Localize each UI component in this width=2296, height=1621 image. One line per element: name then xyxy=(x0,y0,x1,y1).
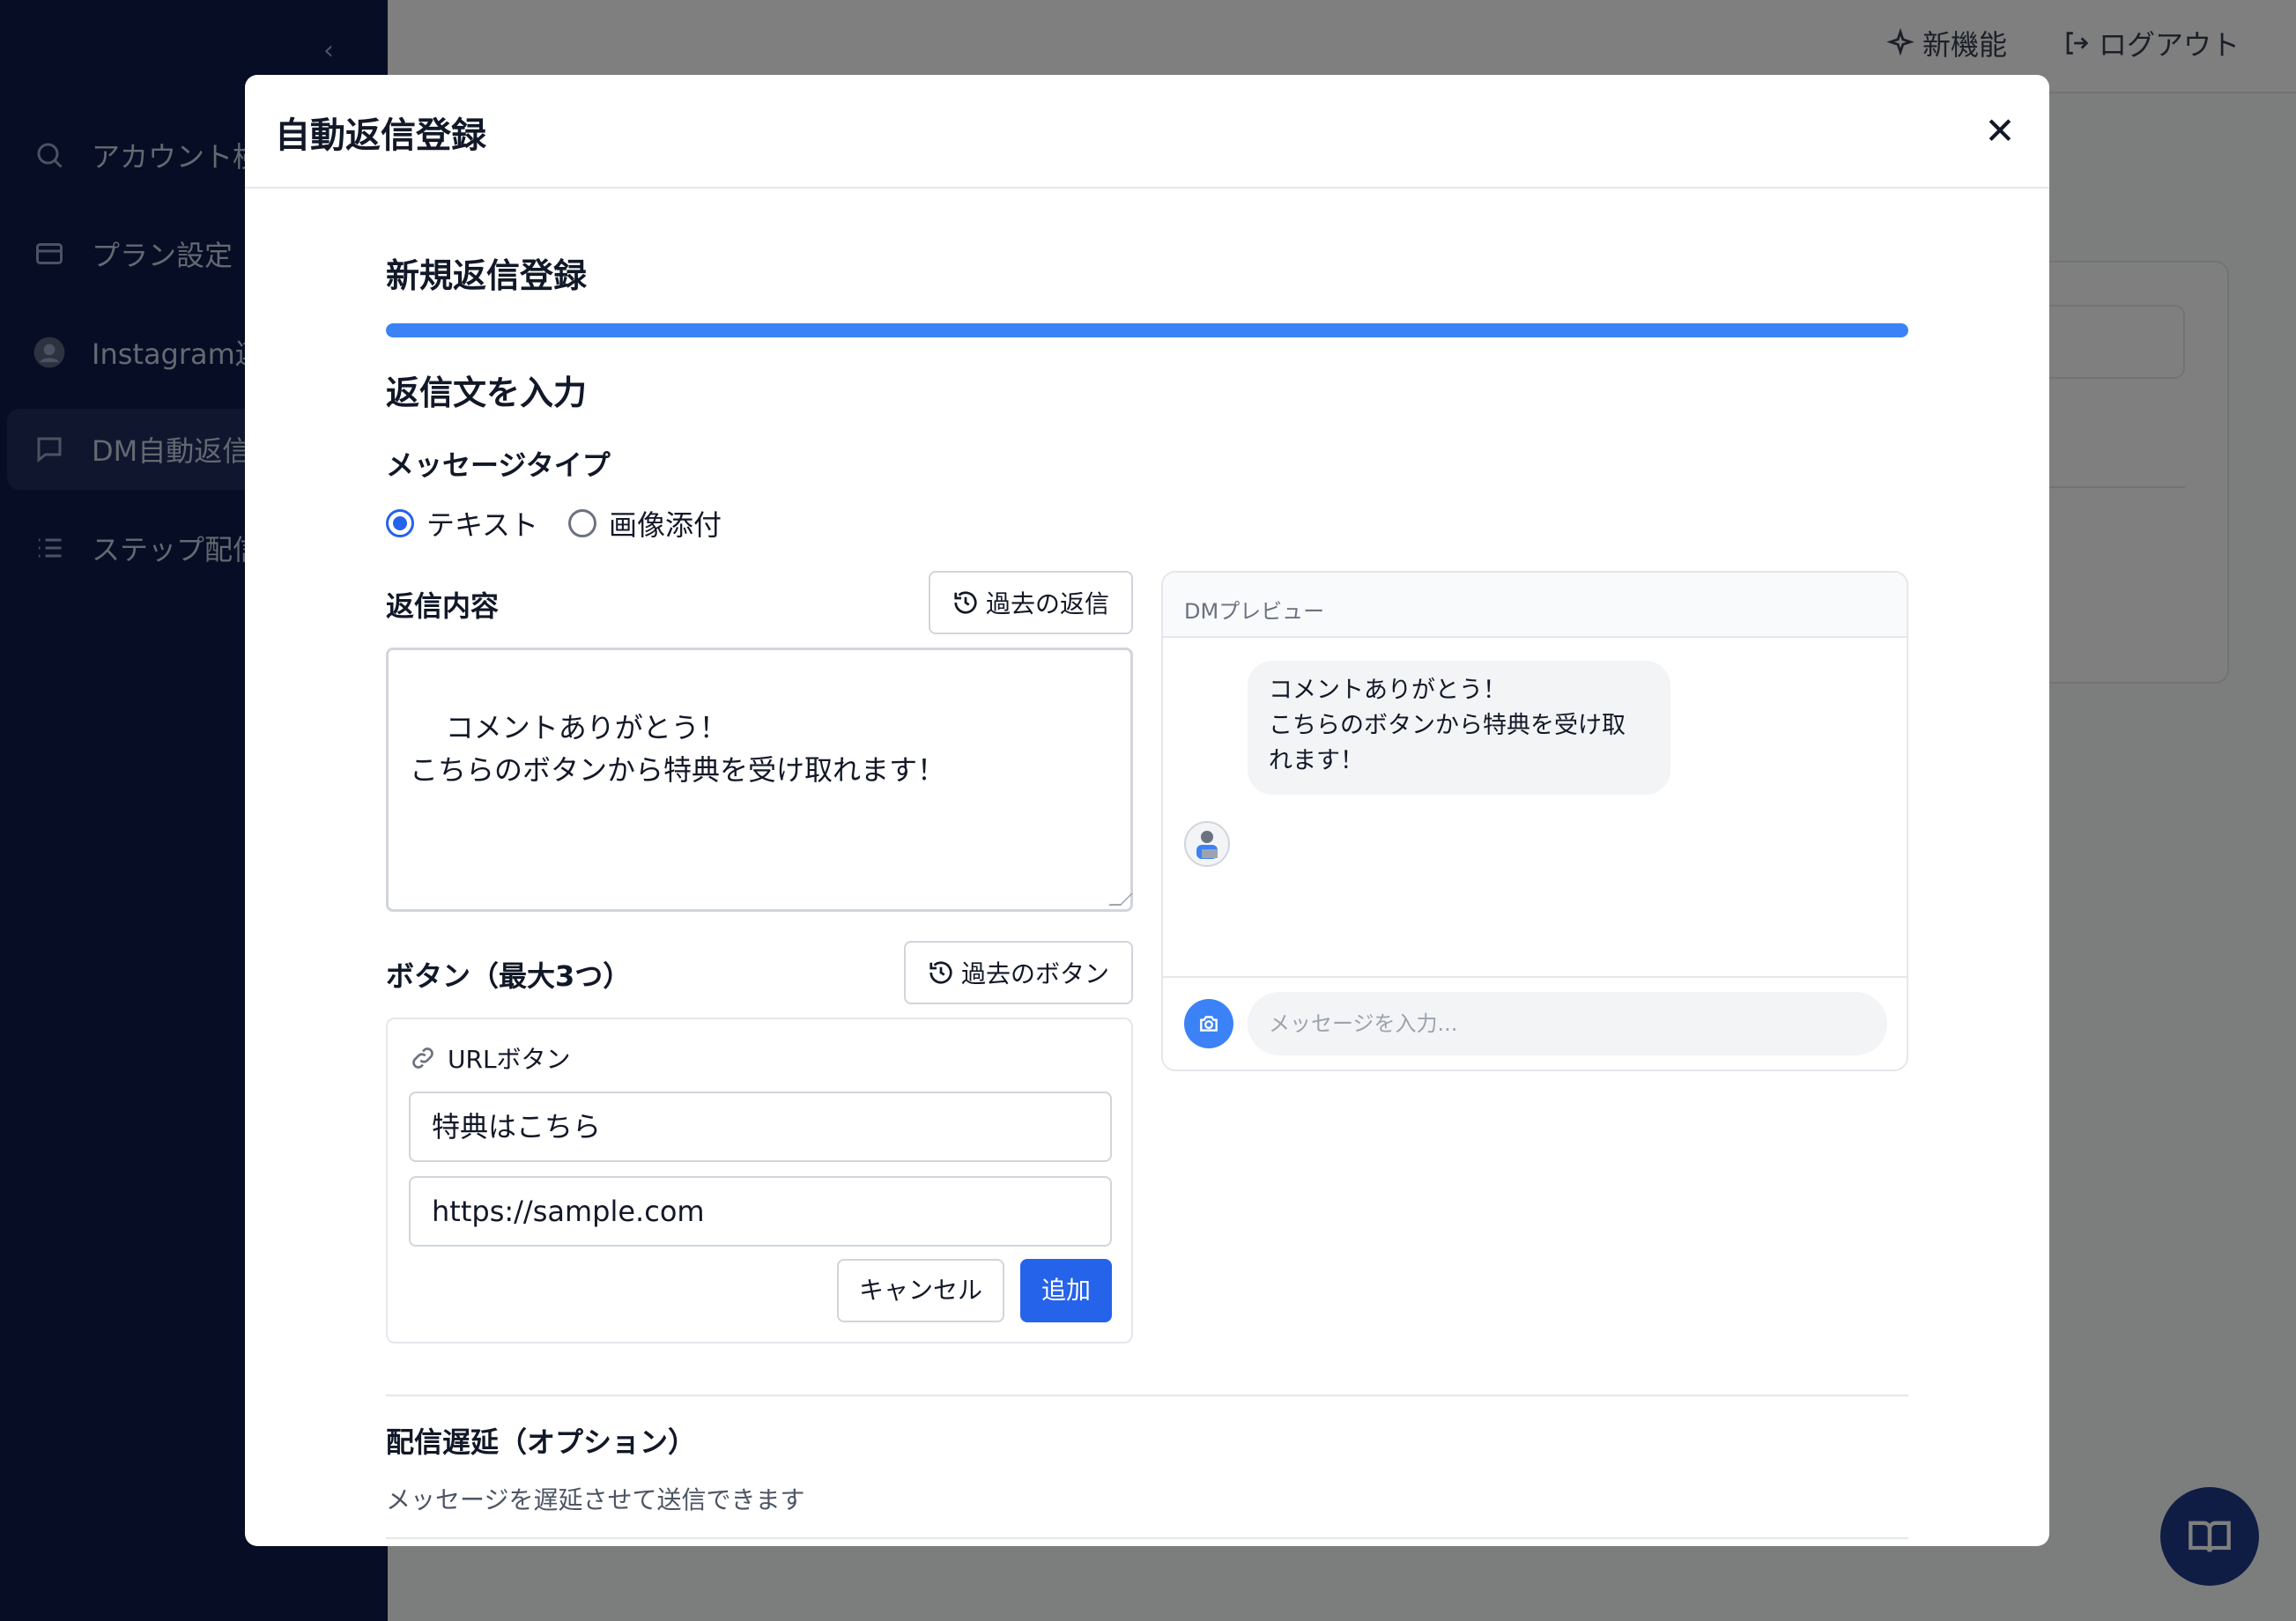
progress-fill xyxy=(386,323,1908,337)
resize-handle[interactable] xyxy=(1108,893,1133,906)
modal-title: 自動返信登録 xyxy=(275,115,486,156)
section-title: 新規返信登録 xyxy=(386,256,588,295)
past-buttons-button[interactable]: 過去のボタン xyxy=(904,941,1133,1004)
dm-preview-title: DMプレビュー xyxy=(1163,573,1907,638)
history-icon xyxy=(930,961,952,984)
past-replies-button[interactable]: 過去の返信 xyxy=(929,571,1133,634)
url-button-card: URLボタン 特典はこちら https://sample.com キャンセル 追… xyxy=(386,1018,1133,1343)
message-type-label: メッセージタイプ xyxy=(386,448,611,482)
modal-header: 自動返信登録 ✕ xyxy=(245,75,2049,189)
avatar xyxy=(1184,821,1230,867)
add-button[interactable]: 追加 xyxy=(1020,1259,1112,1322)
step-title: 返信文を入力 xyxy=(386,374,588,412)
buttons-label: ボタン（最大3つ） xyxy=(386,959,632,993)
history-icon xyxy=(954,591,977,614)
message-type-radio-group: テキスト 画像添付 xyxy=(386,503,752,544)
progress-bar xyxy=(386,323,1908,337)
delay-description: メッセージを遅延させて送信できます xyxy=(386,1485,805,1514)
reply-content-textarea[interactable]: コメントありがとう！ こちらのボタンから特典を受け取れます！ xyxy=(386,648,1133,912)
button-url-input[interactable]: https://sample.com xyxy=(409,1176,1112,1247)
section-divider xyxy=(386,1395,1908,1396)
dm-message-input[interactable]: メッセージを入力... xyxy=(1248,992,1887,1055)
url-button-header: URLボタン xyxy=(409,1040,571,1076)
delay-field-top-edge xyxy=(386,1537,1908,1539)
dm-preview-footer: メッセージを入力... xyxy=(1163,976,1907,1070)
radio-image-label[interactable]: 画像添付 xyxy=(609,503,722,544)
reply-content-value: コメントありがとう！ こちらのボタンから特典を受け取れます！ xyxy=(410,711,946,787)
button-text-input[interactable]: 特典はこちら xyxy=(409,1092,1112,1162)
auto-reply-modal: 自動返信登録 ✕ 新規返信登録 返信文を入力 メッセージタイプ テキスト 画像添… xyxy=(245,75,2049,1546)
camera-icon[interactable] xyxy=(1184,999,1233,1048)
delay-title: 配信遅延（オプション） xyxy=(386,1425,697,1459)
link-icon xyxy=(412,1047,433,1069)
dm-preview: DMプレビュー コメントありがとう！ こちらのボタンから特典を受け取 れます！ … xyxy=(1161,571,1908,1071)
radio-image[interactable] xyxy=(568,509,597,537)
dm-message-bubble: コメントありがとう！ こちらのボタンから特典を受け取 れます！ xyxy=(1248,661,1670,795)
reply-content-label: 返信内容 xyxy=(386,589,500,623)
radio-text[interactable] xyxy=(386,509,414,537)
close-icon[interactable]: ✕ xyxy=(1979,110,2021,152)
cancel-button[interactable]: キャンセル xyxy=(837,1259,1004,1322)
radio-text-label[interactable]: テキスト xyxy=(426,503,538,544)
